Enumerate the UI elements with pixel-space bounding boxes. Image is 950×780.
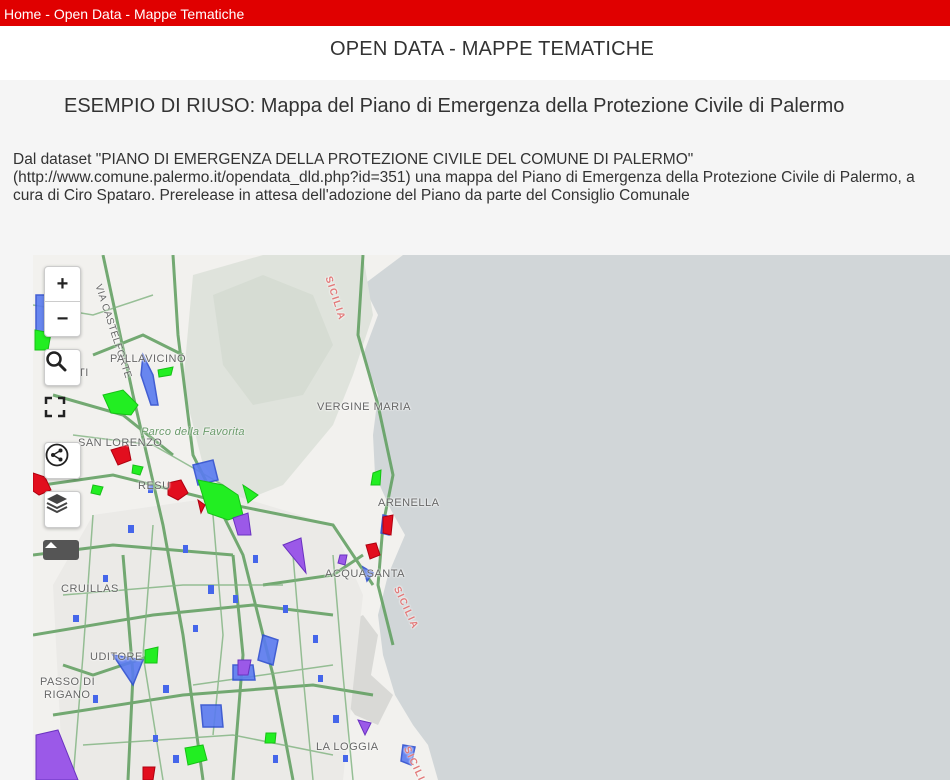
top-navigation-bar: Home - Open Data - Mappe Tematiche [0, 0, 950, 26]
layers-button[interactable] [44, 491, 81, 528]
map-label-la-loggia: LA LOGGIA [316, 741, 379, 753]
map-label-uditore: UDITORE [90, 651, 143, 663]
breadcrumb-home-link[interactable]: Home [4, 6, 41, 22]
search-button[interactable] [44, 349, 81, 386]
page-header: OPEN DATA - MAPPE TEMATICHE [0, 26, 950, 80]
map-view[interactable]: VIA CASTELFORTE PALLAVICINO TI SAN LOREN… [33, 255, 950, 780]
map-label-acquasanta: ACQUASANTA [325, 568, 405, 580]
map-tiles [33, 255, 950, 780]
zoom-in-button[interactable]: + [45, 267, 80, 301]
page-title: OPEN DATA - MAPPE TEMATICHE [330, 38, 654, 60]
share-icon [45, 443, 69, 467]
map-label-rigano: RIGANO [44, 689, 91, 701]
map-label-vergine-maria: VERGINE MARIA [317, 401, 411, 413]
map-label-san-lorenzo: SAN LORENZO [78, 437, 163, 449]
map-label-pallavicino: PALLAVICINO [110, 353, 187, 365]
breadcrumb: Home - Open Data - Mappe Tematiche [4, 6, 244, 22]
map-label-parco: Parco della Favorita [141, 426, 245, 438]
breadcrumb-separator: - [121, 6, 134, 22]
map-label-arenella: ARENELLA [378, 497, 440, 509]
zoom-control: + − [44, 266, 81, 337]
layers-icon [46, 494, 68, 514]
map-label-cruillas: CRUILLAS [61, 583, 119, 595]
collapse-arrow-icon [45, 542, 57, 548]
sea-area [363, 255, 950, 780]
map-label-resu: RESU [138, 480, 171, 492]
fullscreen-icon [44, 396, 66, 418]
map-label-passo-di: PASSO DI [40, 676, 96, 688]
breadcrumb-separator: - [41, 6, 54, 22]
zoom-out-button[interactable]: − [45, 301, 80, 336]
share-button[interactable] [44, 442, 81, 479]
search-icon [46, 351, 67, 372]
description-text: Dal dataset "PIANO DI EMERGENZA DELLA PR… [13, 151, 915, 204]
section-subtitle: ESEMPIO DI RIUSO: Mappa del Piano di Eme… [64, 95, 845, 117]
collapse-panel-button[interactable] [43, 540, 79, 560]
breadcrumb-open-data-link[interactable]: Open Data [54, 6, 122, 22]
breadcrumb-current-link[interactable]: Mappe Tematiche [134, 6, 244, 22]
fullscreen-button[interactable] [44, 396, 79, 431]
